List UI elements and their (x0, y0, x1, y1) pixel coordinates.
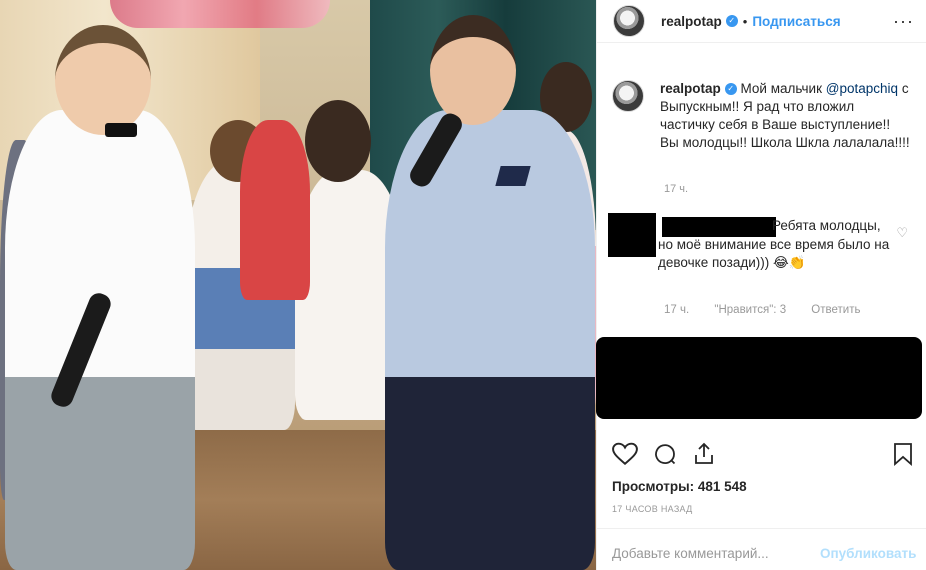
header-username[interactable]: realpotap (661, 14, 722, 29)
caption-username[interactable]: realpotap (660, 81, 721, 96)
verified-badge-icon: ✓ (724, 83, 737, 96)
follow-button[interactable]: Подписаться (752, 14, 840, 29)
bookmark-icon[interactable] (892, 442, 914, 472)
comment-text-block: Ребята молодцы, но моё внимание все врем… (658, 217, 894, 273)
boy-left (5, 110, 195, 570)
caption-avatar[interactable] (612, 80, 644, 112)
more-options-icon[interactable]: ··· (893, 11, 914, 32)
publish-button[interactable]: Опубликовать (820, 546, 916, 561)
comment-like-heart-icon[interactable]: ♡ (896, 225, 908, 241)
boy-left-head (55, 25, 151, 135)
caption-text-start: Мой мальчик (740, 81, 823, 96)
caption-text: realpotap ✓ Мой мальчик @potapchiq с Выпу… (660, 80, 912, 152)
caption-mention-link[interactable]: @potapchiq (826, 81, 898, 96)
pocket-square (495, 166, 531, 186)
heart-icon[interactable] (612, 442, 638, 472)
comment-text: Ребята молодцы, но моё внимание все врем… (658, 218, 890, 270)
share-icon[interactable] (692, 442, 716, 472)
girl-background-3 (240, 120, 310, 300)
redacted-block (596, 337, 922, 419)
comment-input[interactable]: Добавьте комментарий... (612, 546, 769, 561)
caption-timestamp: 17 ч. (664, 183, 689, 195)
girl-head-2 (305, 100, 371, 182)
redacted-commenter-avatar (608, 213, 656, 257)
comment-timestamp: 17 ч. (664, 304, 690, 316)
post-actions (610, 442, 916, 472)
bow-tie (105, 123, 137, 137)
post-age: 17 часов назад (612, 504, 693, 514)
comment-likes-count[interactable]: "Нравится": 3 (714, 304, 786, 316)
post-video[interactable] (0, 0, 596, 570)
post-header: realpotap ✓ • Подписаться ··· (597, 0, 926, 43)
avatar[interactable] (613, 5, 645, 37)
verified-badge-icon: ✓ (725, 15, 738, 27)
comment-meta: 17 ч. "Нравится": 3 Ответить (664, 304, 882, 316)
decoration-garland (110, 0, 330, 28)
speech-bubble-icon[interactable] (652, 442, 678, 472)
post-caption: realpotap ✓ Мой мальчик @potapchiq с Выпу… (612, 80, 912, 152)
separator: • (742, 13, 748, 29)
comment-reply-button[interactable]: Ответить (811, 304, 860, 316)
boy-right-head (430, 15, 516, 125)
views-count[interactable]: Просмотры: 481 548 (612, 479, 747, 494)
divider (596, 528, 926, 529)
